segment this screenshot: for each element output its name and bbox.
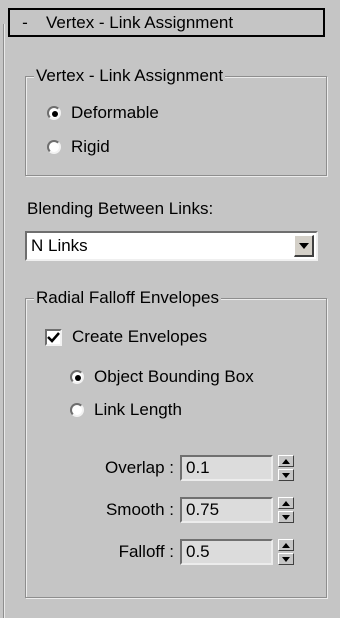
radio-button[interactable]	[70, 403, 84, 417]
smooth-spinner[interactable]	[278, 497, 294, 523]
rollout-panel: - Vertex - Link Assignment Vertex - Link…	[0, 0, 340, 618]
radio-deformable[interactable]: Deformable	[47, 103, 159, 123]
radio-label: Rigid	[71, 137, 110, 156]
panel-border-highlight	[4, 24, 5, 618]
triangle-up-icon[interactable]	[278, 539, 294, 551]
overlap-row: Overlap :	[64, 455, 294, 481]
falloff-input[interactable]	[180, 539, 273, 565]
overlap-input[interactable]	[180, 455, 273, 481]
blending-label: Blending Between Links:	[27, 199, 214, 218]
radio-label: Deformable	[71, 103, 159, 122]
group-legend: Vertex - Link Assignment	[34, 66, 226, 86]
overlap-label: Overlap :	[105, 458, 174, 477]
checkbox-label: Create Envelopes	[72, 327, 208, 346]
create-envelopes-checkbox-row[interactable]: Create Envelopes	[45, 327, 207, 347]
blending-dropdown[interactable]: N Links	[25, 231, 318, 261]
falloff-row: Falloff :	[64, 539, 294, 565]
triangle-down-icon[interactable]	[278, 553, 294, 565]
overlap-spinner[interactable]	[278, 455, 294, 481]
triangle-down-icon[interactable]	[278, 511, 294, 523]
radio-link-length[interactable]: Link Length	[70, 400, 182, 420]
falloff-label: Falloff :	[118, 542, 174, 561]
smooth-row: Smooth :	[64, 497, 294, 523]
group-legend: Radial Falloff Envelopes	[34, 288, 222, 308]
radio-button[interactable]	[47, 140, 61, 154]
vertex-link-assignment-group: Vertex - Link Assignment	[25, 66, 327, 176]
radio-object-bounding-box[interactable]: Object Bounding Box	[70, 367, 254, 387]
falloff-spinner[interactable]	[278, 539, 294, 565]
radio-button[interactable]	[70, 370, 84, 384]
triangle-down-icon[interactable]	[278, 469, 294, 481]
smooth-label: Smooth :	[105, 500, 174, 519]
radio-label: Link Length	[94, 400, 182, 419]
checkmark-icon	[47, 331, 60, 343]
chevron-down-icon[interactable]	[294, 235, 314, 257]
radio-rigid[interactable]: Rigid	[47, 137, 110, 157]
dropdown-value: N Links	[31, 236, 88, 255]
radio-label: Object Bounding Box	[94, 367, 254, 386]
collapse-toggle[interactable]: -	[10, 13, 40, 33]
triangle-up-icon[interactable]	[278, 497, 294, 509]
smooth-input[interactable]	[180, 497, 273, 523]
triangle-up-icon[interactable]	[278, 455, 294, 467]
create-envelopes-checkbox[interactable]	[45, 328, 62, 346]
rollout-title: Vertex - Link Assignment	[46, 12, 234, 32]
radio-button[interactable]	[47, 106, 61, 120]
rollout-header[interactable]: - Vertex - Link Assignment	[8, 8, 325, 37]
